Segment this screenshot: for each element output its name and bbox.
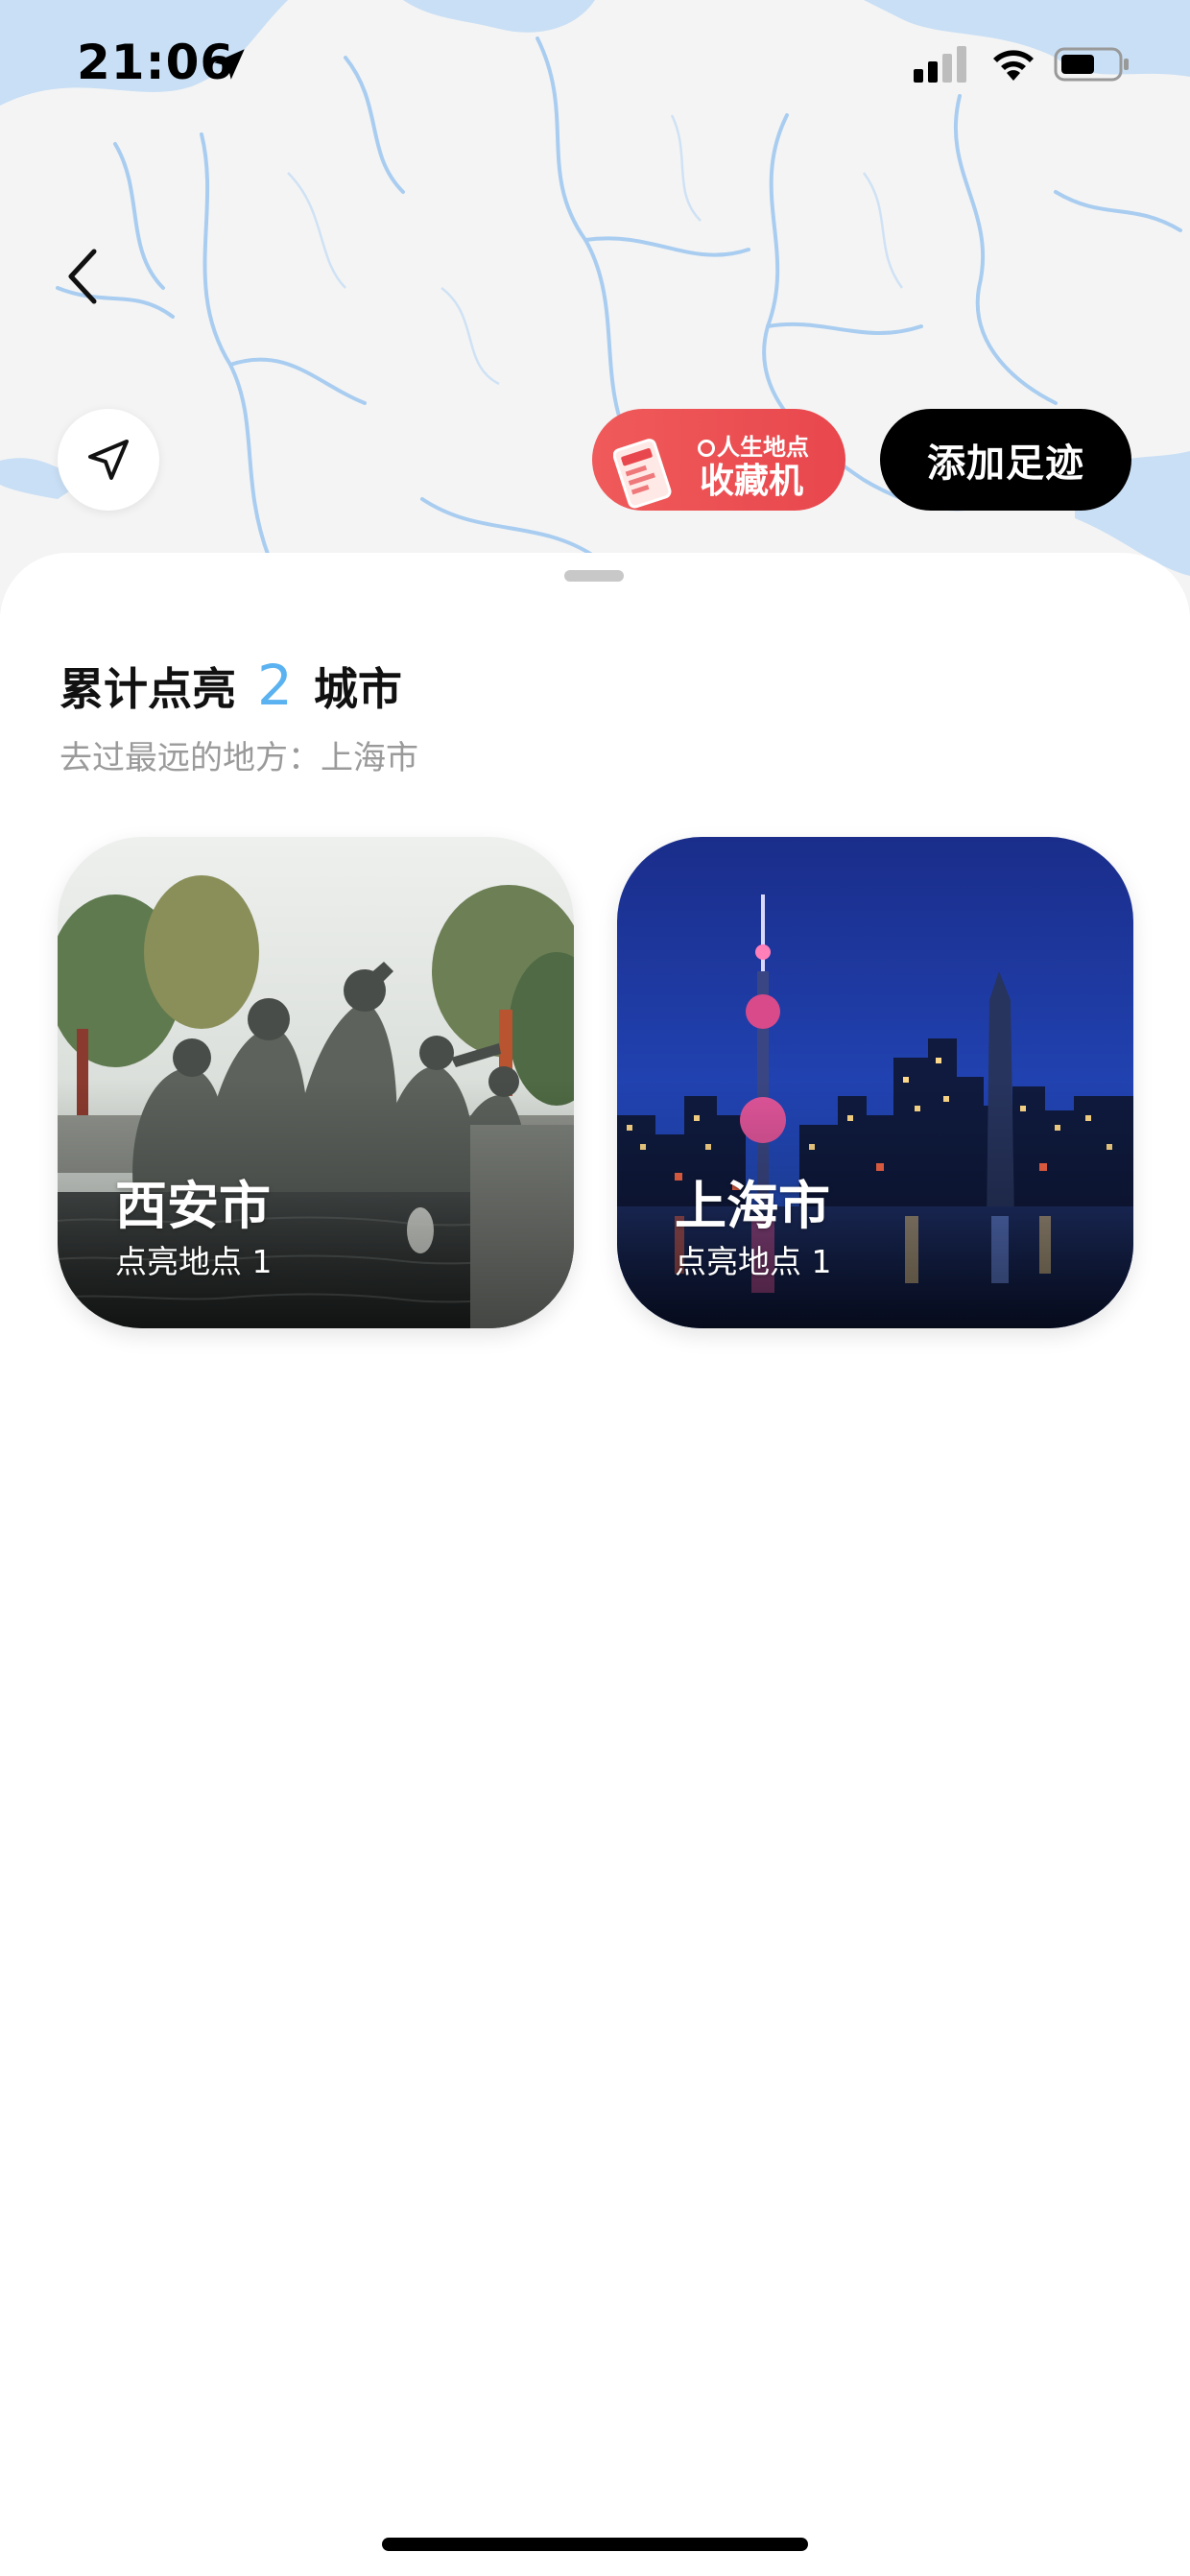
- bottom-sheet: 累计点亮 2 城市 去过最远的地方：上海市 西安市 点亮地点 1 上海市 点亮地…: [0, 553, 1190, 2576]
- city-card-shanghai[interactable]: 上海市 点亮地点 1: [617, 837, 1133, 1328]
- collector-title: 收藏机: [700, 462, 804, 501]
- sheet-drag-handle[interactable]: [564, 570, 624, 582]
- battery-icon: [1054, 47, 1129, 82]
- add-footprint-button[interactable]: 添加足迹: [880, 409, 1131, 511]
- summary-title: 累计点亮 2 城市: [60, 653, 402, 718]
- city-card-xian[interactable]: 西安市 点亮地点 1: [58, 837, 574, 1328]
- locate-button[interactable]: [58, 409, 159, 511]
- chevron-left-icon: [68, 249, 97, 304]
- location-arrow-icon: [214, 49, 245, 80]
- collector-button[interactable]: 人生地点 收藏机: [592, 409, 845, 511]
- navigation-arrow-icon: [88, 440, 129, 480]
- city-name: 西安市: [115, 1176, 271, 1236]
- home-indicator[interactable]: [382, 2538, 808, 2551]
- status-bar: 21:06: [0, 0, 1190, 134]
- wifi-icon: [993, 50, 1034, 81]
- summary-prefix: 累计点亮: [60, 663, 236, 715]
- city-lit-count: 点亮地点 1: [675, 1243, 832, 1280]
- summary-count: 2: [257, 653, 293, 718]
- back-button[interactable]: [54, 240, 111, 313]
- signal-icon: [914, 46, 966, 83]
- summary-suffix: 城市: [313, 663, 402, 715]
- city-lit-count: 点亮地点 1: [115, 1243, 273, 1280]
- ticket-icon: [613, 439, 672, 509]
- city-name: 上海市: [675, 1176, 830, 1236]
- farthest-place: 去过最远的地方：上海市: [60, 739, 418, 777]
